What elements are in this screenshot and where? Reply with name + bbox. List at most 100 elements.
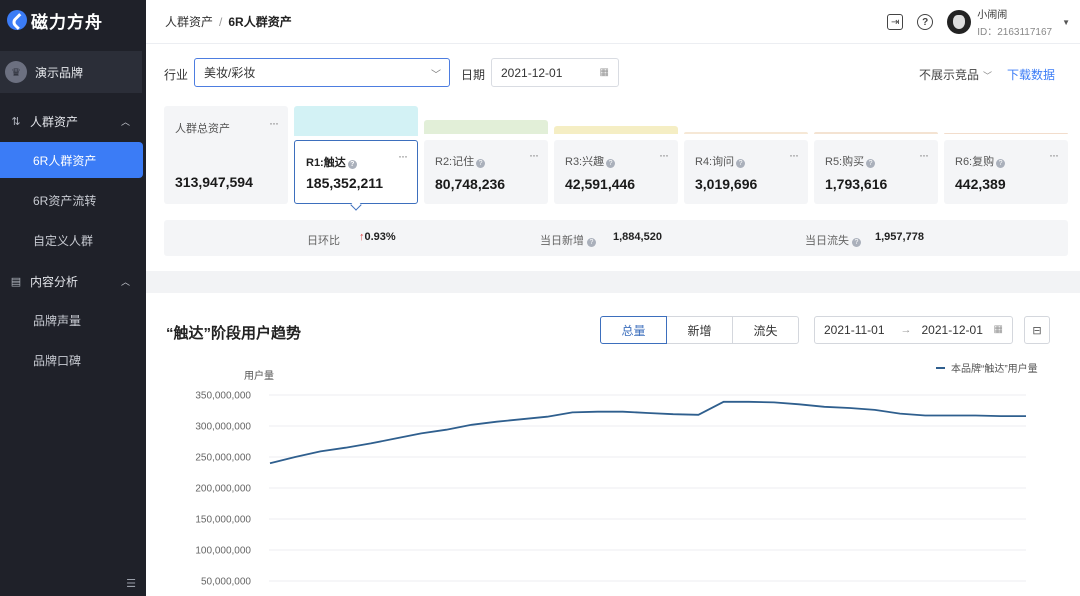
help-icon[interactable]: ?	[476, 159, 486, 168]
dod-value-text: 0.93%	[364, 231, 396, 243]
card-value: 442,389	[955, 176, 1006, 192]
chevron-down-icon: ﹀	[982, 71, 992, 81]
range-start: 2021-11-01	[824, 323, 885, 337]
y-tick-label: 100,000,000	[195, 546, 251, 557]
card-total-assets[interactable]: 人群总资产 ··· 313,947,594	[164, 106, 288, 204]
top-header: 人群资产 / 6R人群资产 ⇥ ? 小闹闹 ID：2163117167 ▼	[146, 0, 1080, 44]
card-label-text: R3:兴趣	[565, 156, 605, 168]
report-icon: ▤	[10, 275, 22, 288]
card-label: 人群总资产	[175, 123, 230, 135]
brand-name: 演示品牌	[35, 65, 84, 80]
help-icon[interactable]: ?	[917, 14, 934, 30]
y-tick-label: 50,000,000	[201, 577, 251, 588]
download-data-link[interactable]: 下载数据	[1007, 66, 1055, 83]
more-icon[interactable]: ···	[398, 149, 408, 163]
help-icon[interactable]: ?	[866, 159, 876, 168]
card-r3-interest[interactable]: R3:兴趣? ··· 42,591,446	[554, 140, 678, 204]
card-r4-inquiry[interactable]: R4:询问? ··· 3,019,696	[684, 140, 808, 204]
sidebar-item-brand-voice[interactable]: 品牌声量	[0, 302, 143, 338]
menu-collapse-icon[interactable]: ☰	[126, 577, 136, 590]
funnel-bar-r5	[814, 132, 938, 134]
app-logo[interactable]: 磁力方舟	[0, 0, 146, 40]
card-value: 1,793,616	[825, 176, 888, 192]
breadcrumb: 人群资产 / 6R人群资产	[165, 13, 292, 30]
date-picker[interactable]: 2021-12-01 ▦	[491, 58, 619, 87]
stage-cards: 人群总资产 ··· 313,947,594 R1:触达? ··· 185,352…	[164, 106, 1068, 211]
export-icon[interactable]: ⊟	[1024, 316, 1050, 344]
sidebar-item-label: 品牌口碑	[33, 353, 82, 368]
card-value: 42,591,446	[565, 176, 636, 192]
app-name: 磁力方舟	[31, 12, 103, 32]
competitor-select[interactable]: 不展示竞品 ﹀	[919, 66, 992, 83]
card-label-text: R5:购买	[825, 156, 865, 168]
help-icon[interactable]: ?	[736, 159, 746, 168]
card-label: R4:询问?	[695, 153, 746, 169]
more-icon[interactable]: ···	[269, 116, 279, 130]
card-r2-remember[interactable]: R2:记住? ··· 80,748,236	[424, 140, 548, 204]
nav-group-label: 内容分析	[30, 274, 79, 289]
more-icon[interactable]: ···	[1049, 148, 1059, 162]
industry-select[interactable]: 美妆/彩妆 ﹀	[194, 58, 450, 87]
caret-down-icon[interactable]: ▼	[1062, 18, 1070, 27]
logo-icon	[7, 10, 27, 30]
tab-total[interactable]: 总量	[600, 316, 667, 344]
sidebar-item-label: 6R人群资产	[33, 153, 97, 168]
user-avatar[interactable]	[947, 10, 972, 34]
y-tick-label: 200,000,000	[195, 484, 251, 495]
brand-switcher[interactable]: ♛ 演示品牌	[0, 51, 142, 93]
card-r6-repurchase[interactable]: R6:复购? ··· 442,389	[944, 140, 1068, 204]
breadcrumb-parent[interactable]: 人群资产	[165, 15, 213, 29]
user-info[interactable]: 小闹闹 ID：2163117167	[977, 6, 1052, 38]
nav-group-label: 人群资产	[30, 114, 79, 129]
sidebar-item-6r-flow[interactable]: 6R资产流转	[0, 182, 143, 218]
trend-title: “触达”阶段用户趋势	[166, 325, 302, 342]
sidebar-item-label: 品牌声量	[33, 313, 82, 328]
help-icon[interactable]: ?	[587, 238, 596, 247]
date-range-picker[interactable]: 2021-11-01 → 2021-12-01 ▦	[814, 316, 1013, 344]
dod-value: ↑0.93%	[359, 231, 396, 243]
lost-label-text: 当日流失	[805, 235, 849, 247]
card-label-text: R2:记住	[435, 156, 475, 168]
new-label-text: 当日新增	[540, 235, 584, 247]
help-icon[interactable]: ?	[606, 159, 616, 168]
selection-pointer	[350, 199, 362, 211]
tab-lost[interactable]: 流失	[732, 316, 799, 344]
nav-group-crowd-assets[interactable]: ⇅ 人群资产 ︿	[0, 102, 146, 140]
card-label-text: R1:触达	[306, 157, 346, 169]
dod-label: 日环比	[307, 235, 340, 247]
card-label: R5:购买?	[825, 153, 876, 169]
funnel-bar-r6	[944, 133, 1068, 134]
help-icon[interactable]: ?	[996, 159, 1006, 168]
chevron-up-icon: ︿	[120, 116, 130, 127]
exit-icon[interactable]: ⇥	[887, 14, 904, 30]
calendar-icon: ▦	[993, 324, 1003, 335]
card-r1-reach[interactable]: R1:触达? ··· 185,352,211	[294, 140, 418, 211]
more-icon[interactable]: ···	[659, 148, 669, 162]
more-icon[interactable]: ···	[919, 148, 929, 162]
card-r5-purchase[interactable]: R5:购买? ··· 1,793,616	[814, 140, 938, 204]
crown-icon: ♛	[5, 61, 27, 83]
date-label: 日期	[461, 68, 486, 82]
chevron-down-icon: ﹀	[431, 70, 441, 81]
user-id: ID：2163117167	[977, 27, 1053, 38]
sidebar-item-custom-crowd[interactable]: 自定义人群	[0, 222, 143, 258]
help-icon[interactable]: ?	[347, 160, 357, 169]
header-actions: ⇥ ? 小闹闹 ID：2163117167 ▼	[887, 0, 1080, 44]
sidebar-item-6r-assets[interactable]: 6R人群资产	[0, 142, 143, 178]
lost-value: 1,957,778	[875, 231, 924, 243]
sidebar: 磁力方舟 ♛ 演示品牌 ⇅ 人群资产 ︿ 6R人群资产 6R资产流转 自定义人群…	[0, 0, 146, 596]
sidebar-item-brand-reputation[interactable]: 品牌口碑	[0, 342, 143, 378]
tab-new[interactable]: 新增	[666, 316, 733, 344]
nav-group-content-analysis[interactable]: ▤ 内容分析 ︿	[0, 262, 146, 300]
card-value: 80,748,236	[435, 176, 506, 192]
help-icon[interactable]: ?	[852, 238, 861, 247]
y-axis-label: 用户量	[244, 369, 274, 382]
legend-label[interactable]: 本品牌“触达”用户量	[951, 362, 1038, 375]
date-value: 2021-12-01	[501, 65, 563, 80]
sidebar-item-label: 自定义人群	[33, 233, 94, 248]
user-name: 小闹闹	[977, 10, 1008, 21]
more-icon[interactable]: ···	[529, 148, 539, 162]
card-label-text: R6:复购	[955, 156, 995, 168]
flow-icon: ⇅	[11, 115, 21, 128]
more-icon[interactable]: ···	[789, 148, 799, 162]
